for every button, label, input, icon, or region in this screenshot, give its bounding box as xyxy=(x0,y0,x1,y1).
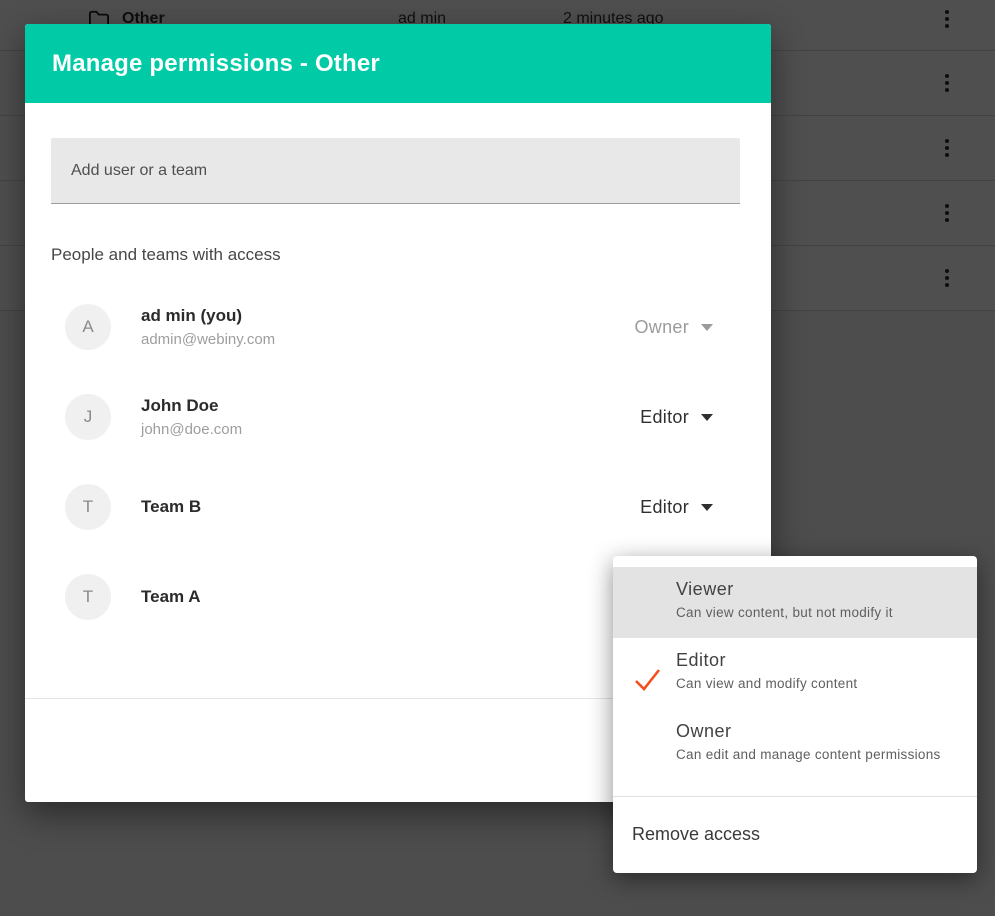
member-info: ad min (you) admin@webiny.com xyxy=(141,306,275,348)
menu-item-title: Editor xyxy=(676,650,961,671)
chevron-down-icon xyxy=(701,324,713,331)
menu-item-description: Can view and modify content xyxy=(676,676,961,691)
member-info: John Doe john@doe.com xyxy=(141,396,242,438)
menu-item-title: Viewer xyxy=(676,579,961,600)
member-info: Team A xyxy=(141,587,201,607)
member-email: john@doe.com xyxy=(141,421,242,438)
member-name: John Doe xyxy=(141,396,242,416)
role-dropdown: Owner xyxy=(634,317,713,338)
role-label: Owner xyxy=(634,317,689,338)
avatar: J xyxy=(65,394,111,440)
member-name: Team A xyxy=(141,587,201,607)
file-manager-page: Other ad min 2 minutes ago Manage permis… xyxy=(0,0,995,916)
chevron-down-icon xyxy=(701,504,713,511)
role-label: Editor xyxy=(640,497,689,518)
role-dropdown[interactable]: Editor xyxy=(640,407,713,428)
avatar: T xyxy=(65,484,111,530)
chevron-down-icon xyxy=(701,414,713,421)
check-icon xyxy=(632,664,662,694)
add-user-or-team-input[interactable] xyxy=(51,138,740,204)
dialog-header: Manage permissions - Other xyxy=(25,24,771,103)
menu-item-owner[interactable]: Owner Can edit and manage content permis… xyxy=(613,709,977,780)
menu-item-description: Can view content, but not modify it xyxy=(676,605,961,620)
member-row: J John Doe john@doe.com Editor xyxy=(65,372,713,462)
member-name: ad min (you) xyxy=(141,306,275,326)
member-info: Team B xyxy=(141,497,201,517)
avatar: T xyxy=(65,574,111,620)
role-dropdown[interactable]: Editor xyxy=(640,497,713,518)
access-list-label: People and teams with access xyxy=(51,245,281,265)
menu-item-editor[interactable]: Editor Can view and modify content xyxy=(613,638,977,709)
menu-item-title: Owner xyxy=(676,721,961,742)
member-name: Team B xyxy=(141,497,201,517)
member-row: A ad min (you) admin@webiny.com Owner xyxy=(65,282,713,372)
menu-item-viewer[interactable]: Viewer Can view content, but not modify … xyxy=(613,567,977,638)
avatar: A xyxy=(65,304,111,350)
role-options-menu: Viewer Can view content, but not modify … xyxy=(613,556,977,873)
dialog-title: Manage permissions - Other xyxy=(52,50,380,78)
menu-item-remove-access[interactable]: Remove access xyxy=(613,797,977,872)
member-email: admin@webiny.com xyxy=(141,331,275,348)
member-row: T Team B Editor xyxy=(65,462,713,552)
menu-item-description: Can edit and manage content permissions xyxy=(676,747,961,762)
role-label: Editor xyxy=(640,407,689,428)
